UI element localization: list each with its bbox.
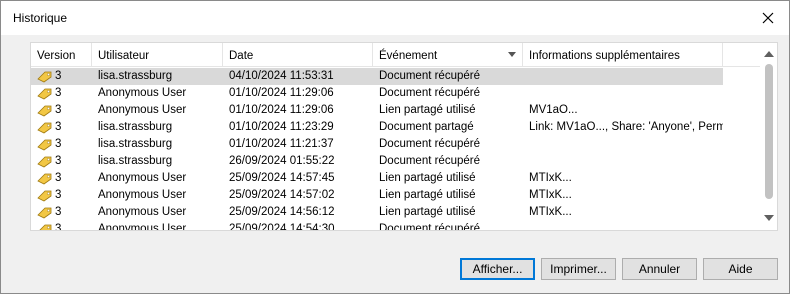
cell-date: 25/09/2024 14:57:02 [229,189,335,201]
cell-date: 04/10/2024 11:53:31 [229,70,334,82]
close-icon [762,12,774,24]
cell-date: 01/10/2024 11:23:29 [229,121,334,133]
table-row[interactable]: 3 lisa.strassburg 04/10/2024 11:53:31 Docum… [31,68,723,85]
version-tag-icon [37,139,52,151]
cell-date: 01/10/2024 11:29:06 [229,87,334,99]
table-row[interactable]: 3 lisa.strassburg 01/10/2024 11:23:29 Docum… [31,119,761,136]
cell-info: MV1aO... [529,104,578,116]
cell-version: 3 [55,189,62,201]
table-row[interactable]: 3 Anonymous User 25/09/2024 14:57:45 Lien p… [31,170,761,187]
column-header-user[interactable]: Utilisateur [92,43,223,67]
cell-event: Lien partagé utilisé [379,172,476,184]
cell-date: 25/09/2024 14:54:30 [229,223,335,231]
cell-event: Document partagé [379,121,474,133]
cell-user: lisa.strassburg [98,70,173,82]
table-row[interactable]: 3 lisa.strassburg 01/10/2024 11:21:37 Docum… [31,136,761,153]
cell-version: 3 [55,121,62,133]
cell-event: Lien partagé utilisé [379,206,476,218]
cell-user: Anonymous User [98,189,187,201]
cell-version: 3 [55,70,62,82]
cell-date: 01/10/2024 11:29:06 [229,104,334,116]
table-row[interactable]: 3 Anonymous User 01/10/2024 11:29:06 Docume… [31,85,761,102]
cell-info: MTIxK... [529,189,572,201]
cell-info [523,221,723,230]
cell-event: Document récupéré [379,138,480,150]
cell-event: Document récupéré [379,155,480,167]
version-tag-icon [37,207,52,219]
close-button[interactable] [747,1,789,35]
list-header: Version Utilisateur Date Événement Infor… [31,43,761,67]
column-header-event[interactable]: Événement [373,43,523,67]
cell-event: Document récupéré [379,70,480,82]
list-rows: 3 lisa.strassburg 04/10/2024 11:53:31 Docum… [31,68,761,231]
column-header-info[interactable]: Informations supplémentaires [523,43,723,67]
column-header-date[interactable]: Date [223,43,373,67]
cell-user: Anonymous User [98,206,187,218]
cell-user: Anonymous User [98,87,187,99]
version-tag-icon [37,122,52,134]
cell-version: 3 [55,104,62,116]
cell-info [523,136,723,153]
title-bar: Historique [1,1,789,35]
table-row[interactable]: 3 Anonymous User 25/09/2024 14:57:02 Lien p… [31,187,761,204]
dialog-title: Historique [13,11,68,25]
cell-info [523,153,723,170]
cell-info [523,68,723,85]
vertical-scrollbar[interactable] [760,43,777,230]
table-row[interactable]: 3 lisa.strassburg 26/09/2024 01:55:22 Docum… [31,153,761,170]
cell-user: Anonymous User [98,104,187,116]
version-tag-icon [37,71,52,83]
cell-version: 3 [55,87,62,99]
cell-info [523,85,723,102]
history-list[interactable]: Version Utilisateur Date Événement Infor… [30,42,778,231]
cell-version: 3 [55,172,62,184]
show-button[interactable]: Afficher... [460,258,535,280]
cell-event: Lien partagé utilisé [379,104,476,116]
version-tag-icon [37,105,52,117]
print-button[interactable]: Imprimer... [541,258,616,280]
column-header-version[interactable]: Version [31,43,92,67]
table-row[interactable]: 3 Anonymous User 01/10/2024 11:29:06 Lien p… [31,102,761,119]
cell-info: MTIxK... [529,206,572,218]
cell-info: MTIxK... [529,172,572,184]
cell-date: 26/09/2024 01:55:22 [229,155,335,167]
cell-version: 3 [55,155,62,167]
version-tag-icon [37,173,52,185]
cell-user: lisa.strassburg [98,121,173,133]
history-dialog: Historique Version Utilisateur Date Évén… [0,0,790,294]
cell-event: Document récupéré [379,87,480,99]
version-tag-icon [37,156,52,168]
cell-version: 3 [55,223,62,231]
cell-user: Anonymous User [98,223,187,231]
scroll-down-icon[interactable] [764,215,774,221]
cell-user: lisa.strassburg [98,138,173,150]
cell-event: Document récupéré [379,223,480,231]
cell-date: 25/09/2024 14:57:45 [229,172,335,184]
cell-user: lisa.strassburg [98,155,173,167]
cell-user: Anonymous User [98,172,187,184]
cell-date: 01/10/2024 11:21:37 [229,138,334,150]
version-tag-icon [37,190,52,202]
cell-version: 3 [55,206,62,218]
cancel-button[interactable]: Annuler [622,258,697,280]
table-row[interactable]: 3 Anonymous User 25/09/2024 14:54:30 Docume… [31,221,761,231]
table-row[interactable]: 3 Anonymous User 25/09/2024 14:56:12 Lien p… [31,204,761,221]
cell-date: 25/09/2024 14:56:12 [229,206,335,218]
cell-event: Lien partagé utilisé [379,189,476,201]
scroll-thumb[interactable] [765,64,773,199]
help-button[interactable]: Aide [703,258,778,280]
sort-desc-icon [508,52,516,57]
version-tag-icon [37,88,52,100]
scroll-up-icon[interactable] [764,51,774,57]
version-tag-icon [39,224,52,230]
cell-info: Link: MV1aO..., Share: 'Anyone', Permi..… [529,121,723,133]
cell-version: 3 [55,138,62,150]
